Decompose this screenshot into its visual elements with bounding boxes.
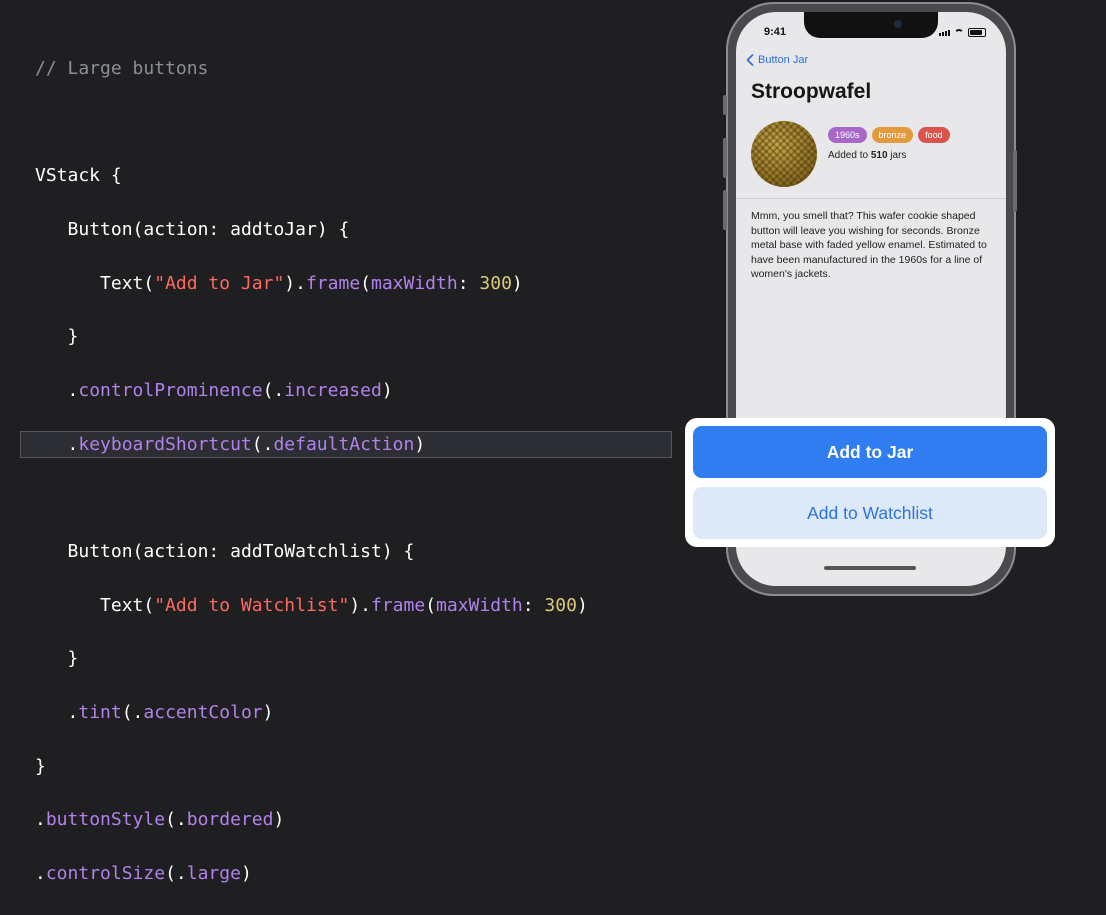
phone-side-button <box>723 95 727 115</box>
added-count: 510 <box>870 150 888 161</box>
code-control-size-fn: controlSize <box>45 863 166 885</box>
code-line-prominence: .controlProminence(.increased) <box>35 379 393 401</box>
code-frame2-fn: frame <box>371 594 426 616</box>
code-text2-string: "Add to Watchlist" <box>154 594 350 616</box>
code-line-close1: } <box>35 326 79 348</box>
code-comment: // Large buttons <box>35 57 209 79</box>
code-line-vstack: VStack { <box>35 165 122 187</box>
back-button-label: Button Jar <box>758 54 809 66</box>
tag-list: 1960s bronze food <box>828 127 950 143</box>
code-maxwidth1-label: maxWidth <box>371 272 458 294</box>
code-keyboard-shortcut-fn: keyboardShortcut <box>78 433 252 455</box>
status-time: 9:41 <box>764 26 787 38</box>
button-callout: Add to Jar Add to Watchlist <box>685 418 1055 547</box>
code-control-prominence-fn: controlProminence <box>78 379 263 401</box>
code-button2: Button <box>67 541 133 563</box>
add-to-watchlist-button[interactable]: Add to Watchlist <box>693 487 1047 539</box>
added-suffix: jars <box>890 150 907 161</box>
phone-power-button <box>1013 150 1017 212</box>
phone-volume-up <box>723 138 727 178</box>
code-line-close-vstack: } <box>35 755 46 777</box>
product-title: Stroopwafel <box>751 80 872 103</box>
code-line-tint: .tint(.accentColor) <box>35 702 274 724</box>
divider <box>736 198 1006 199</box>
code-text1-string: "Add to Jar" <box>154 272 285 294</box>
code-line-blank2 <box>35 485 588 512</box>
back-button[interactable]: Button Jar <box>746 54 808 66</box>
wifi-icon <box>954 29 964 36</box>
code-line-control-size: .controlSize(.large) <box>35 863 252 885</box>
code-line-text2: Text("Add to Watchlist").frame(maxWidth:… <box>100 594 588 616</box>
tag-food[interactable]: food <box>918 127 950 143</box>
code-maxwidth2-label: maxWidth <box>436 594 523 616</box>
code-button-style-value: bordered <box>186 809 274 831</box>
product-description: Mmm, you smell that? This wafer cookie s… <box>751 210 987 280</box>
camera-icon <box>894 20 902 28</box>
home-indicator <box>824 566 916 570</box>
code-control-size-value: large <box>186 863 241 885</box>
code-line-button2: Button(action: addToWatchlist) { <box>67 541 415 563</box>
code-tint-fn: tint <box>78 702 122 724</box>
battery-icon <box>968 28 986 37</box>
status-icons <box>939 28 986 37</box>
code-text2-fn: Text <box>100 594 144 616</box>
chevron-left-icon <box>746 54 754 66</box>
code-tint-value: accentColor <box>143 702 263 724</box>
add-to-jar-button[interactable]: Add to Jar <box>693 426 1047 478</box>
phone-volume-down <box>723 190 727 230</box>
code-button-style-fn: buttonStyle <box>45 809 166 831</box>
code-line-close2: } <box>35 648 79 670</box>
code-text1-fn: Text <box>100 272 144 294</box>
added-prefix: Added to <box>828 150 869 161</box>
code-button1: Button <box>67 218 133 240</box>
signal-icon <box>939 29 950 36</box>
phone-notch <box>804 12 938 38</box>
code-line-comment: // Large buttons <box>35 56 588 83</box>
code-line-button1: Button(action: addtoJar) { <box>67 218 350 240</box>
added-count-text: Added to 510 jars <box>828 150 906 161</box>
code-vstack: VStack <box>35 165 101 187</box>
code-keyboard-shortcut-value: defaultAction <box>273 433 415 455</box>
code-button2-action-value: addToWatchlist <box>230 541 382 563</box>
code-frame1-fn: frame <box>305 272 361 294</box>
tag-1960s[interactable]: 1960s <box>828 127 867 143</box>
code-editor: // Large buttons VStack { Button(action:… <box>35 29 588 915</box>
code-button1-action-label: action <box>143 218 209 240</box>
code-line-shortcut: .keyboardShortcut(.defaultAction) <box>35 433 426 455</box>
code-button1-action-value: addtoJar <box>230 218 317 240</box>
product-image <box>751 121 817 187</box>
code-line-text1: Text("Add to Jar").frame(maxWidth: 300) <box>100 272 523 294</box>
code-control-prominence-value: increased <box>284 379 382 401</box>
tag-bronze[interactable]: bronze <box>871 127 914 143</box>
code-maxwidth2-value: 300 <box>544 594 577 616</box>
code-maxwidth1-value: 300 <box>479 272 512 294</box>
code-button2-action-label: action <box>143 541 209 563</box>
code-line-button-style: .buttonStyle(.bordered) <box>35 809 285 831</box>
